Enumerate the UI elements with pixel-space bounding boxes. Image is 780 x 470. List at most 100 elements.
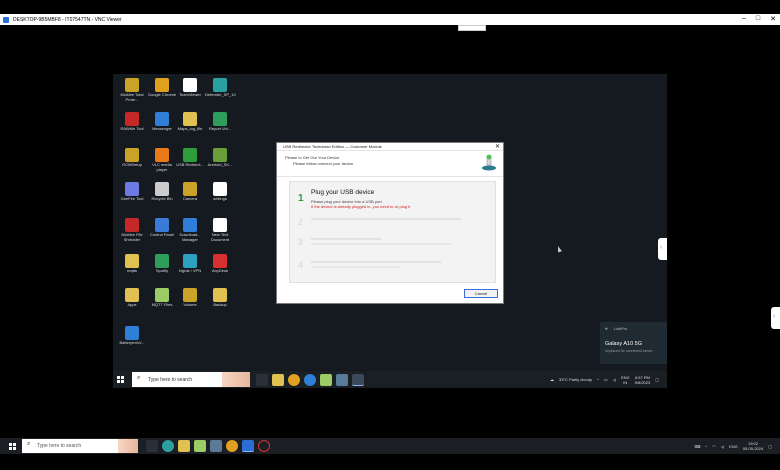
control-panel-icon <box>155 218 169 232</box>
usb-icon <box>125 182 139 196</box>
desktop-icon[interactable]: Spotify <box>147 254 177 286</box>
desktop-icon-label: Recycle Bin <box>151 196 173 201</box>
check-icon <box>183 148 197 162</box>
desktop-icon[interactable]: settings <box>205 182 235 214</box>
tray-chevron-icon[interactable]: ^ <box>597 377 599 382</box>
toast-body: Unplaced for connected server <box>605 349 653 353</box>
task-view-icon[interactable] <box>256 373 268 386</box>
desktop-icon[interactable]: BatteryInfoV... <box>117 326 147 358</box>
close-button[interactable]: ✕ <box>770 15 776 23</box>
mail-icon[interactable] <box>210 440 222 452</box>
usb-window-titlebar[interactable]: USB Redirector Technician Edition — Cust… <box>277 143 503 151</box>
desktop-icon[interactable]: Apps <box>117 288 147 320</box>
desktop-icon[interactable]: Report Vol... <box>205 112 235 144</box>
host-start-button[interactable] <box>4 438 20 454</box>
desktop-icon[interactable]: Download... Manager <box>175 218 205 250</box>
maximize-button[interactable]: □ <box>756 15 760 23</box>
desktop-icon[interactable]: Ngrok / VPN <box>175 254 205 286</box>
store-icon[interactable] <box>320 373 332 386</box>
document-icon <box>213 182 227 196</box>
toast-notification[interactable]: ⟡ LinkPro Galaxy A10 5G Unplaced for conn… <box>600 322 667 364</box>
host-clock[interactable]: 19:02 05-05-2024 <box>743 441 763 451</box>
remote-search-box[interactable]: ⌕ Type here to search <box>132 372 250 387</box>
teamviewer-icon <box>183 78 197 92</box>
desktop-icon[interactable]: Control Panel <box>147 218 177 250</box>
desktop-icon[interactable]: Recycle Bin <box>147 182 177 214</box>
remote-clock[interactable]: 6:57 PM 5/8/2023 <box>635 375 651 385</box>
viewer-toolbar-handle[interactable] <box>458 25 486 31</box>
mouse-cursor-icon <box>556 245 562 253</box>
minimize-button[interactable]: – <box>742 15 746 23</box>
cancel-button[interactable]: Cancel <box>464 289 498 298</box>
desktop-icon-label: Backup <box>213 302 227 307</box>
desktop-icon-label: Apps <box>127 302 137 307</box>
language-indicator[interactable]: ENG <box>729 444 738 449</box>
desktop-icon[interactable]: Volume <box>175 288 205 320</box>
viewer-side-handle[interactable]: ‹ <box>771 307 780 329</box>
windows-logo-icon <box>116 376 124 383</box>
notification-center-icon[interactable]: ▢ <box>768 444 772 449</box>
desktop-icon-label: USB Redirect... <box>176 162 204 167</box>
network-icon[interactable]: ▭ <box>604 377 608 382</box>
remote-desktop[interactable]: McAfee Total Prote... Google Chrome TeamVi… <box>113 74 667 388</box>
desktop-icon[interactable]: Defender_SP_10 <box>205 78 236 110</box>
language-indicator[interactable]: ENG IN <box>621 375 630 385</box>
notification-center-icon[interactable]: ▢ <box>655 377 659 382</box>
desktop-icon[interactable]: McAfee File Shredder <box>117 218 147 250</box>
chrome-icon[interactable] <box>288 373 300 386</box>
host-search-box[interactable]: ⌕ Type here to search <box>22 439 138 453</box>
side-panel-handle[interactable]: ‹ <box>658 238 667 260</box>
step-placeholder-number: 2 <box>298 217 304 227</box>
desktop-icon[interactable]: Backup <box>205 288 235 320</box>
setup-icon <box>125 148 139 162</box>
backup-icon <box>213 288 227 302</box>
file-explorer-icon[interactable] <box>272 373 284 386</box>
weather-text[interactable]: 33°C Partly cloudy <box>559 377 592 382</box>
desktop-icon-label: mqtts <box>127 268 137 273</box>
desktop-icon-label: Control Panel <box>149 232 175 237</box>
edge-icon[interactable] <box>304 373 316 386</box>
pdf-icon <box>125 112 139 126</box>
usb-redirector-taskbar-icon[interactable] <box>352 373 364 386</box>
desktop-icon-label: TeamViewer <box>179 92 201 97</box>
people-icon <box>155 288 169 302</box>
task-view-icon[interactable] <box>146 440 158 452</box>
vpn-icon <box>183 254 197 268</box>
tray-chevron-icon[interactable]: ^ <box>705 444 707 449</box>
desktop-icon[interactable]: mqtts <box>117 254 147 286</box>
desktop-icon[interactable]: VLC media player <box>147 148 177 180</box>
vnc-viewer-taskbar-icon[interactable] <box>242 440 254 452</box>
step-placeholder-number: 4 <box>298 260 304 270</box>
viewer-titlebar: DESKTOP-9B5MBF8 - IT07547TN - VNC Viewer… <box>0 14 780 25</box>
desktop-icon[interactable]: AnyDesk <box>205 254 235 286</box>
opera-icon[interactable] <box>258 440 270 452</box>
desktop-icon-label: Google Chrome <box>147 92 177 97</box>
desktop-icon[interactable]: Google Chrome <box>147 78 177 110</box>
desktop-icon[interactable]: Maps_log_file <box>175 112 205 144</box>
desktop-icon[interactable]: Camera <box>175 182 205 214</box>
usb-close-button[interactable]: ✕ <box>495 143 500 150</box>
chrome-icon[interactable] <box>226 440 238 452</box>
volume-icon[interactable]: ◃) <box>721 444 724 449</box>
keyboard-icon[interactable]: ⌨ <box>695 444 701 449</box>
desktop-icon[interactable]: GeeFire Tool <box>117 182 147 214</box>
wifi-icon[interactable]: ◠ <box>712 444 716 449</box>
edge-icon[interactable] <box>162 440 174 452</box>
desktop-icon[interactable]: TeamViewer <box>175 78 205 110</box>
volume-icon[interactable]: ◃) <box>613 377 616 382</box>
desktop-icon[interactable]: RAWMe Tool <box>117 112 147 144</box>
file-explorer-icon[interactable] <box>178 440 190 452</box>
remote-start-button[interactable] <box>113 371 127 388</box>
recycle-bin-icon <box>155 182 169 196</box>
desktop-icon[interactable]: New Text Document <box>205 218 235 250</box>
desktop-icon[interactable]: Android_SK... <box>205 148 235 180</box>
chevron-left-icon: ‹ <box>660 244 663 251</box>
desktop-icon[interactable]: McAfee Total Prote... <box>117 78 147 110</box>
viewer-app-icon <box>3 16 9 23</box>
desktop-icon[interactable]: Messenger <box>147 112 177 144</box>
desktop-icon[interactable]: OCMSetup <box>117 148 147 180</box>
store-icon[interactable] <box>194 440 206 452</box>
settings-icon[interactable] <box>336 373 348 386</box>
desktop-icon[interactable]: USB Redirect... <box>175 148 205 180</box>
desktop-icon[interactable]: MQTT Files <box>147 288 177 320</box>
